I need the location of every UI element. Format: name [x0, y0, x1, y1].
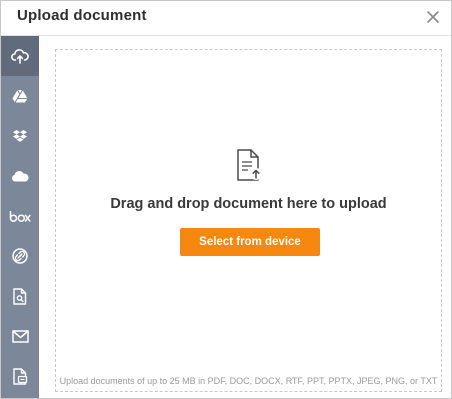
upload-document-dialog: Upload document Drag and drop document h…	[0, 0, 452, 399]
sidebar-item-link[interactable]	[1, 236, 39, 276]
sidebar-item-document-search[interactable]	[1, 276, 39, 316]
sidebar-item-upload[interactable]	[1, 36, 39, 76]
sidebar-item-email[interactable]	[1, 316, 39, 356]
close-button[interactable]	[421, 5, 445, 29]
sidebar-item-google-drive[interactable]	[1, 76, 39, 116]
document-upload-icon	[237, 149, 262, 181]
cloud-upload-icon	[11, 49, 29, 64]
envelope-icon	[11, 329, 29, 343]
source-sidebar	[1, 36, 39, 398]
box-icon	[9, 211, 31, 222]
document-template-icon	[12, 367, 27, 385]
sidebar-item-templates[interactable]	[1, 356, 39, 396]
close-icon	[427, 11, 439, 23]
link-icon	[12, 248, 28, 264]
drop-instructions: Drag and drop document here to upload	[110, 196, 387, 212]
dialog-title: Upload document	[17, 7, 147, 24]
sidebar-item-onedrive[interactable]	[1, 156, 39, 196]
google-drive-icon	[12, 89, 28, 103]
sidebar-item-box[interactable]	[1, 196, 39, 236]
select-from-device-button[interactable]: Select from device	[180, 228, 320, 256]
dropbox-icon	[13, 129, 27, 142]
upload-limits-note: Upload documents of up to 25 MB in PDF, …	[59, 376, 438, 386]
sidebar-item-dropbox[interactable]	[1, 116, 39, 156]
onedrive-icon	[12, 171, 29, 182]
file-drop-zone[interactable]: Drag and drop document here to upload Se…	[55, 49, 442, 392]
dialog-header: Upload document	[1, 1, 451, 36]
document-search-icon	[13, 287, 27, 305]
